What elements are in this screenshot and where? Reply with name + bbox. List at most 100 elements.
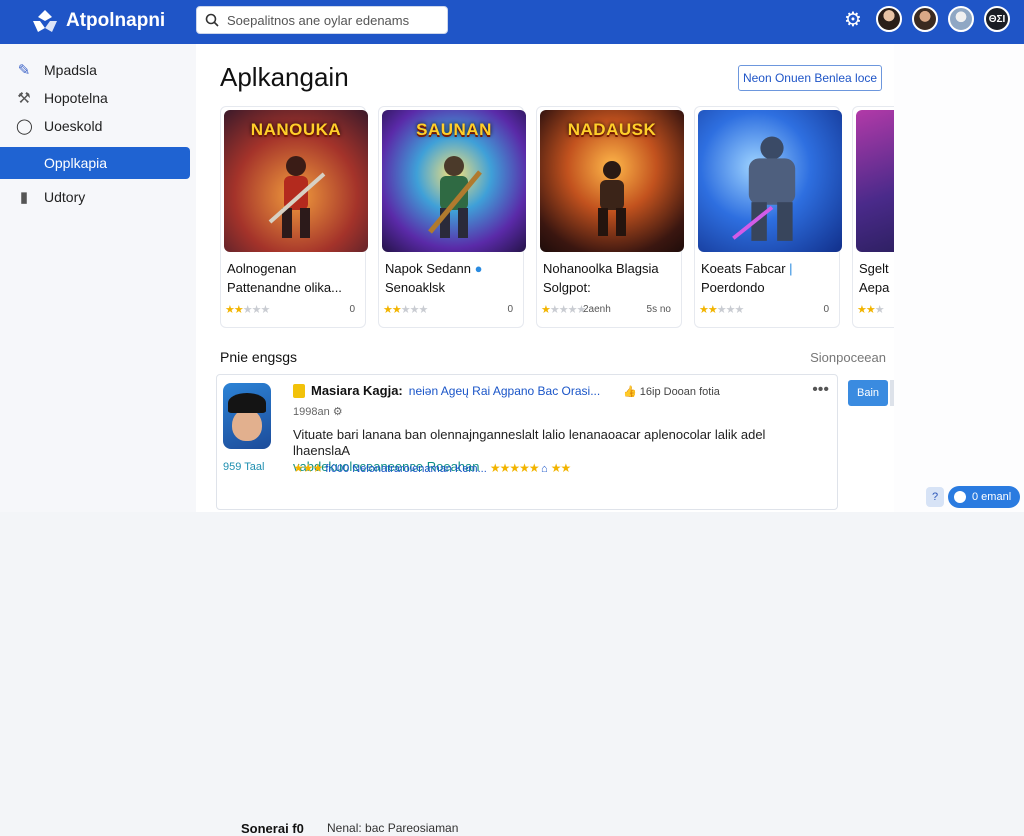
subsection-label: Sonerai f0 (241, 821, 304, 836)
art-logo-text: SAUNAN (416, 120, 492, 139)
sidebar-item-label: Mpadsla (44, 62, 97, 78)
app-card-count: 0 (349, 304, 355, 315)
logo-icon (33, 10, 57, 32)
like-icon[interactable]: 👍 (623, 386, 637, 398)
search-input[interactable] (227, 12, 437, 28)
app-card-title: Nohanoolka Blagsia (543, 261, 659, 276)
app-card-count: 0 (823, 304, 829, 315)
sidebar-item-label: Hopotelna (44, 90, 108, 106)
more-options-icon[interactable]: ••• (812, 381, 829, 399)
review-body-text: Vituate bari lanana ban olennajngannesla… (293, 427, 766, 458)
app-card-meta: 2aenh (583, 304, 611, 315)
star-rating: ★★★★★ (489, 461, 541, 475)
art-logo-text: NANOUKA (250, 120, 342, 139)
badge-icon (293, 383, 305, 398)
gear-icon[interactable]: ⚙ (840, 7, 866, 32)
search-bar[interactable] (196, 6, 448, 34)
app-card-art (698, 110, 842, 252)
app-card[interactable]: Koeats Fabcar | Poerdondo ★★★★★ 0 (694, 106, 842, 328)
app-name: Atpolnapni (66, 10, 166, 31)
star-rating: ★★ (550, 461, 571, 475)
review-header: Masiara Kagja: neiən Ageų Rai Agpano Bac… (293, 383, 600, 398)
app-card-title: Aolnogenan (227, 261, 297, 276)
star-rating: ★★★★★ (699, 304, 744, 316)
chat-label: 0 emanl (972, 491, 1012, 503)
app-card-subtitle: Solgpot: (543, 280, 591, 295)
app-card-title: Koeats Fabcar | (701, 261, 793, 276)
home-icon: ⌂ (540, 463, 548, 475)
avatar[interactable] (912, 6, 938, 32)
subsection-text: Nenal: bac Pareosiaman (327, 821, 459, 835)
page-title: Aplkangain (220, 62, 349, 92)
hero-figure (732, 136, 796, 241)
review-footer: ★★★ fi000 Nelonatraroienaman Kem... ★★★★… (293, 461, 571, 475)
app-card[interactable]: SAUNAN Napok Sedann ● Senoaklsk ★★★★★ 0 (378, 106, 526, 328)
app-card-art: NADAUSK (540, 110, 684, 252)
avatar[interactable] (876, 6, 902, 32)
review-tags[interactable]: neiən Ageų Rai Agpano Bac Orasi... (409, 384, 600, 398)
app-card-art (856, 110, 894, 252)
review-date-text: 1998an (293, 406, 330, 418)
sidebar-item-opplkapia[interactable]: Opplkapia (0, 147, 190, 179)
header-action-button[interactable]: Neon Onuen Benlea loce (738, 65, 882, 91)
review-date: 1998an ⚙ (293, 406, 343, 418)
main-content: Aplkangain Neon Onuen Benlea loce NANOUK… (196, 44, 894, 836)
review-action-button[interactable]: Bain (848, 380, 888, 406)
app-card-count: 0 (507, 304, 513, 315)
review-meta: 👍 16ip Dooan fotia (623, 385, 720, 398)
section-link[interactable]: Sionpoceean (810, 350, 886, 365)
sidebar: ✎ Mpadsla ⚒ Hopotelna ◯ Uoeskold Opplkap… (0, 44, 196, 512)
app-card[interactable]: Sgelt Aepa ★★★ (852, 106, 894, 328)
app-icon (223, 383, 271, 449)
chat-button[interactable]: 0 emanl (948, 486, 1020, 508)
pen-icon: ✎ (17, 62, 31, 79)
app-card-subtitle: Pattenandne olika... (227, 280, 342, 295)
star-rating: ★★★★★ (383, 304, 428, 316)
icon-hat (228, 393, 266, 413)
app-card-carousel: NANOUKA Aolnogenan Pattenandne olika... … (218, 106, 894, 330)
app-logo[interactable]: Atpolnapni (30, 8, 165, 34)
app-card[interactable]: NANOUKA Aolnogenan Pattenandne olika... … (220, 106, 368, 328)
review-meta-text: 16ip Dooan fotia (639, 386, 720, 398)
icon-face (232, 409, 262, 441)
trash-icon: ▮ (19, 189, 29, 206)
review-foot-text[interactable]: fi000 Nelonatraroienaman Kem... (325, 463, 486, 475)
circle-icon: ◯ (16, 118, 33, 135)
star-rating: ★★★★★ (225, 304, 270, 316)
review-author[interactable]: Masiara Kagja: (311, 383, 403, 398)
bar-icon: | (789, 261, 793, 276)
right-panel (894, 44, 1024, 512)
app-card-title: Sgelt (859, 261, 889, 276)
sidebar-item-udtory[interactable]: ▮ Udtory (0, 181, 190, 213)
sidebar-item-label: Opplkapia (44, 155, 108, 171)
hero-figure (598, 161, 626, 236)
avatar[interactable] (948, 6, 974, 32)
app-card-subtitle: Aepa (859, 280, 890, 295)
top-app-bar: Atpolnapni ⚙ ΘΣΙ (0, 0, 1024, 44)
app-card-art: SAUNAN (382, 110, 526, 252)
top-bar-actions: ⚙ ΘΣΙ (840, 6, 1010, 32)
search-icon (205, 13, 219, 27)
art-logo-text: NADAUSK (567, 120, 657, 139)
avatar[interactable]: ΘΣΙ (984, 6, 1010, 32)
hero-figure (428, 156, 482, 238)
review-card: 959 Taal Masiara Kagja: neiən Ageų Rai A… (216, 374, 838, 836)
verified-icon: ● (474, 261, 483, 276)
star-rating: ★★★★★ (541, 304, 586, 316)
sidebar-item-uoeskold[interactable]: ◯ Uoeskold (0, 110, 190, 142)
rating-value: 959 Taal (223, 461, 265, 473)
sidebar-item-label: Udtory (44, 189, 86, 205)
app-card-subtitle: Senoaklsk (385, 280, 445, 295)
app-card[interactable]: NADAUSK Nohanoolka Blagsia Solgpot: ★★★★… (536, 106, 684, 328)
star-rating: ★★★ (293, 461, 323, 475)
hero-figure (268, 156, 326, 238)
app-card-subtitle: Poerdondo (701, 280, 765, 295)
hammer-icon: ⚒ (17, 90, 31, 107)
sidebar-item-label: Uoeskold (44, 118, 103, 134)
chat-icon (954, 491, 966, 503)
app-card-title: Napok Sedann ● (385, 261, 483, 276)
help-icon[interactable]: ? (926, 487, 944, 507)
star-rating: ★★★ (857, 304, 885, 316)
app-card-art: NANOUKA (224, 110, 368, 252)
section-title: Pnie engsgs (220, 349, 298, 365)
